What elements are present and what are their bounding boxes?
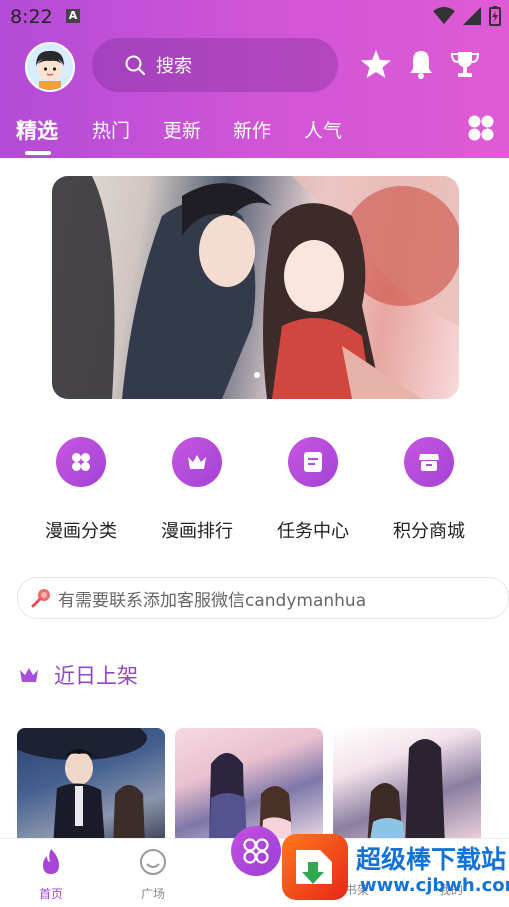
crown-icon xyxy=(172,437,222,487)
notice-bar[interactable]: 有需要联系添加客服微信candymanhua xyxy=(17,577,509,619)
nav-home[interactable]: 首页 xyxy=(16,839,86,902)
system-icons xyxy=(433,6,501,26)
center-action-button[interactable] xyxy=(231,826,281,876)
watermark-title: 超级棒下载站 xyxy=(356,845,507,874)
tab-popular[interactable]: 人气 xyxy=(304,116,342,143)
cover-artwork xyxy=(367,739,445,846)
flame-icon xyxy=(43,849,59,874)
star-icon[interactable] xyxy=(360,48,392,80)
active-tab-indicator xyxy=(25,151,51,155)
document-icon xyxy=(288,437,338,487)
notification-a-icon: A xyxy=(66,9,80,23)
quick-action-label: 漫画排行 xyxy=(161,521,233,542)
store-icon xyxy=(404,437,454,487)
featured-banner[interactable] xyxy=(52,176,459,399)
nav-square[interactable]: 广场 xyxy=(118,839,188,902)
battery-icon xyxy=(489,6,501,26)
watermark: 超级棒下载站 www.cjbwh.com xyxy=(282,834,509,904)
tab-updates[interactable]: 更新 xyxy=(163,116,201,143)
quick-action-label: 积分商城 xyxy=(393,521,465,542)
tab-featured[interactable]: 精选 xyxy=(16,115,58,145)
four-petal-icon xyxy=(56,437,106,487)
section-title: 近日上架 xyxy=(54,664,138,688)
search-icon xyxy=(125,55,146,76)
comic-cover[interactable] xyxy=(333,728,481,846)
quick-action-categories[interactable]: 漫画分类 xyxy=(31,437,131,543)
nav-label: 广场 xyxy=(140,887,165,901)
section-header-new-releases: 近日上架 xyxy=(18,660,138,690)
tab-hot[interactable]: 热门 xyxy=(92,116,130,143)
signal-icon xyxy=(463,7,481,25)
bell-icon[interactable] xyxy=(405,48,437,80)
grid-menu-icon[interactable] xyxy=(467,114,495,142)
avatar-icon xyxy=(27,44,73,90)
wifi-icon xyxy=(433,7,455,24)
quick-action-label: 任务中心 xyxy=(277,521,349,542)
four-petal-outline-icon xyxy=(243,838,269,864)
watermark-logo-icon xyxy=(282,834,348,900)
smiley-icon xyxy=(140,849,166,875)
banner-artwork xyxy=(52,176,459,399)
quick-action-points-store[interactable]: 积分商城 xyxy=(379,437,479,543)
search-bar[interactable]: 搜索 xyxy=(92,38,338,92)
category-tabs: 精选 热门 更新 新作 人气 xyxy=(0,112,509,158)
nav-label: 首页 xyxy=(38,887,63,901)
status-time: 8:22 xyxy=(10,6,53,28)
trophy-icon[interactable] xyxy=(449,48,481,80)
quick-action-tasks[interactable]: 任务中心 xyxy=(263,437,363,543)
cover-artwork xyxy=(17,728,147,846)
search-placeholder: 搜索 xyxy=(156,56,192,77)
notice-text: 有需要联系添加客服微信candymanhua xyxy=(58,590,367,611)
banner-indicator[interactable] xyxy=(254,372,260,378)
status-bar: 8:22 A xyxy=(0,0,509,34)
megaphone-icon xyxy=(31,589,50,608)
watermark-url: www.cjbwh.com xyxy=(360,875,509,896)
comic-cover[interactable] xyxy=(17,728,165,846)
quick-action-label: 漫画分类 xyxy=(45,521,117,542)
user-avatar[interactable] xyxy=(25,42,75,92)
quick-action-ranking[interactable]: 漫画排行 xyxy=(147,437,247,543)
crown-icon xyxy=(20,668,38,682)
tab-new[interactable]: 新作 xyxy=(233,116,271,143)
